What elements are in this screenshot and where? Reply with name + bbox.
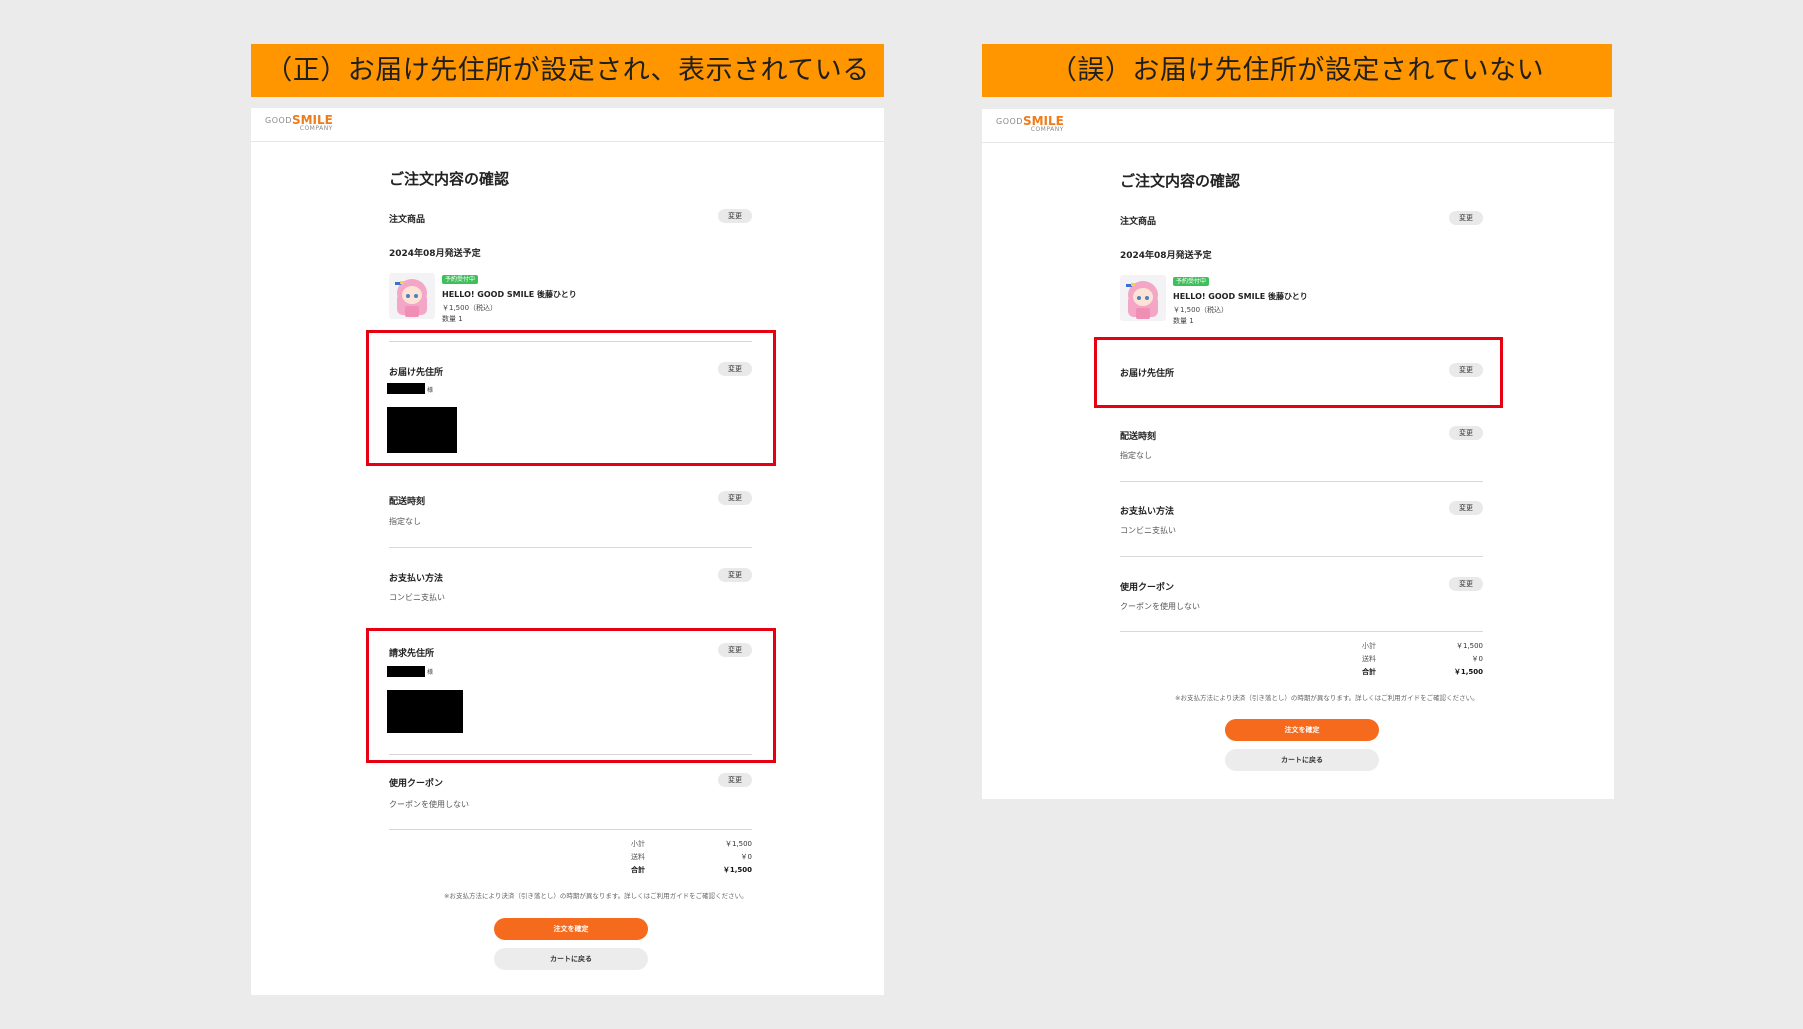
total-value: ￥1,500 bbox=[722, 866, 752, 874]
subtotal-value: ￥1,500 bbox=[724, 840, 752, 848]
ship-date: 2024年08月発送予定 bbox=[1120, 251, 1212, 261]
coupon-label: 使用クーポン bbox=[1120, 583, 1175, 593]
items-label: 注文商品 bbox=[389, 215, 426, 225]
subtotal-label: 小計 bbox=[631, 840, 645, 848]
product-qty: 数量 1 bbox=[1173, 317, 1194, 325]
delivery-time-value: 指定なし bbox=[1120, 451, 1152, 460]
product-image[interactable] bbox=[389, 273, 435, 319]
ship-date: 2024年08月発送予定 bbox=[389, 249, 481, 259]
product-image[interactable] bbox=[1120, 275, 1166, 321]
total-label: 合計 bbox=[631, 866, 645, 874]
change-payment-button[interactable]: 変更 bbox=[718, 568, 752, 582]
highlight-shipping-address bbox=[366, 330, 776, 466]
divider bbox=[1120, 631, 1483, 632]
product-price: ￥1,500（税込） bbox=[442, 304, 498, 312]
payment-label: お支払い方法 bbox=[1120, 507, 1175, 517]
goodsmile-logo[interactable]: GOODSMILE COMPANY bbox=[996, 115, 1064, 134]
back-to-cart-button[interactable]: カートに戻る bbox=[494, 948, 648, 970]
back-to-cart-button[interactable]: カートに戻る bbox=[1225, 749, 1379, 771]
shipping-fee-value: ￥0 bbox=[1471, 655, 1483, 663]
payment-value: コンビニ支払い bbox=[1120, 526, 1176, 535]
shipping-fee-value: ￥0 bbox=[740, 853, 752, 861]
payment-value: コンビニ支払い bbox=[389, 593, 445, 602]
page-title: ご注文内容の確認 bbox=[1120, 172, 1241, 190]
confirm-order-button[interactable]: 注文を確定 bbox=[494, 918, 648, 940]
coupon-value: クーポンを使用しない bbox=[1120, 602, 1200, 611]
preorder-badge: 予約受付中 bbox=[442, 275, 479, 284]
order-content: ご注文内容の確認 注文商品 変更 2024年08月発送予定 予約受付中 HELL… bbox=[387, 108, 752, 995]
subtotal-label: 小計 bbox=[1362, 642, 1376, 650]
coupon-label: 使用クーポン bbox=[389, 779, 444, 789]
product-name[interactable]: HELLO! GOOD SMILE 後藤ひとり bbox=[1173, 291, 1308, 302]
shipping-fee-label: 送料 bbox=[1362, 655, 1376, 663]
confirm-order-button[interactable]: 注文を確定 bbox=[1225, 719, 1379, 741]
payment-note: ※お支払方法により決済（引き落とし）の時期が異なります。詳しくはご利用ガイドをご… bbox=[444, 892, 748, 900]
shipping-fee-label: 送料 bbox=[631, 853, 645, 861]
product-qty: 数量 1 bbox=[442, 315, 463, 323]
subtotal-value: ￥1,500 bbox=[1455, 642, 1483, 650]
divider bbox=[389, 829, 752, 830]
correct-example-panel: GOODSMILE COMPANY ご注文内容の確認 注文商品 変更 2024年… bbox=[251, 108, 884, 995]
preorder-badge: 予約受付中 bbox=[1173, 277, 1210, 286]
goodsmile-logo[interactable]: GOODSMILE COMPANY bbox=[265, 114, 333, 133]
total-label: 合計 bbox=[1362, 668, 1376, 676]
change-coupon-button[interactable]: 変更 bbox=[1449, 577, 1483, 591]
delivery-time-label: 配送時刻 bbox=[389, 497, 426, 507]
payment-label: お支払い方法 bbox=[389, 574, 444, 584]
incorrect-banner: （誤）お届け先住所が設定されていない bbox=[982, 44, 1612, 97]
total-value: ￥1,500 bbox=[1453, 668, 1483, 676]
divider bbox=[389, 547, 752, 548]
product-name[interactable]: HELLO! GOOD SMILE 後藤ひとり bbox=[442, 289, 577, 300]
divider bbox=[1120, 556, 1483, 557]
order-content: ご注文内容の確認 注文商品 変更 2024年08月発送予定 予約受付中 HELL… bbox=[1120, 109, 1483, 799]
correct-banner: （正）お届け先住所が設定され、表示されている bbox=[251, 44, 884, 97]
product-price: ￥1,500（税込） bbox=[1173, 306, 1229, 314]
change-time-button[interactable]: 変更 bbox=[718, 491, 752, 505]
change-time-button[interactable]: 変更 bbox=[1449, 426, 1483, 440]
highlight-missing-shipping-address bbox=[1094, 337, 1503, 408]
payment-note: ※お支払方法により決済（引き落とし）の時期が異なります。詳しくはご利用ガイドをご… bbox=[1175, 694, 1479, 702]
coupon-value: クーポンを使用しない bbox=[389, 800, 469, 809]
incorrect-example-panel: GOODSMILE COMPANY ご注文内容の確認 注文商品 変更 2024年… bbox=[982, 109, 1614, 799]
delivery-time-label: 配送時刻 bbox=[1120, 432, 1157, 442]
divider bbox=[1120, 481, 1483, 482]
page-title: ご注文内容の確認 bbox=[389, 170, 510, 188]
change-items-button[interactable]: 変更 bbox=[1449, 211, 1483, 225]
highlight-billing-address bbox=[366, 628, 776, 763]
change-coupon-button[interactable]: 変更 bbox=[718, 773, 752, 787]
change-payment-button[interactable]: 変更 bbox=[1449, 501, 1483, 515]
items-label: 注文商品 bbox=[1120, 217, 1157, 227]
delivery-time-value: 指定なし bbox=[389, 517, 421, 526]
change-items-button[interactable]: 変更 bbox=[718, 209, 752, 223]
